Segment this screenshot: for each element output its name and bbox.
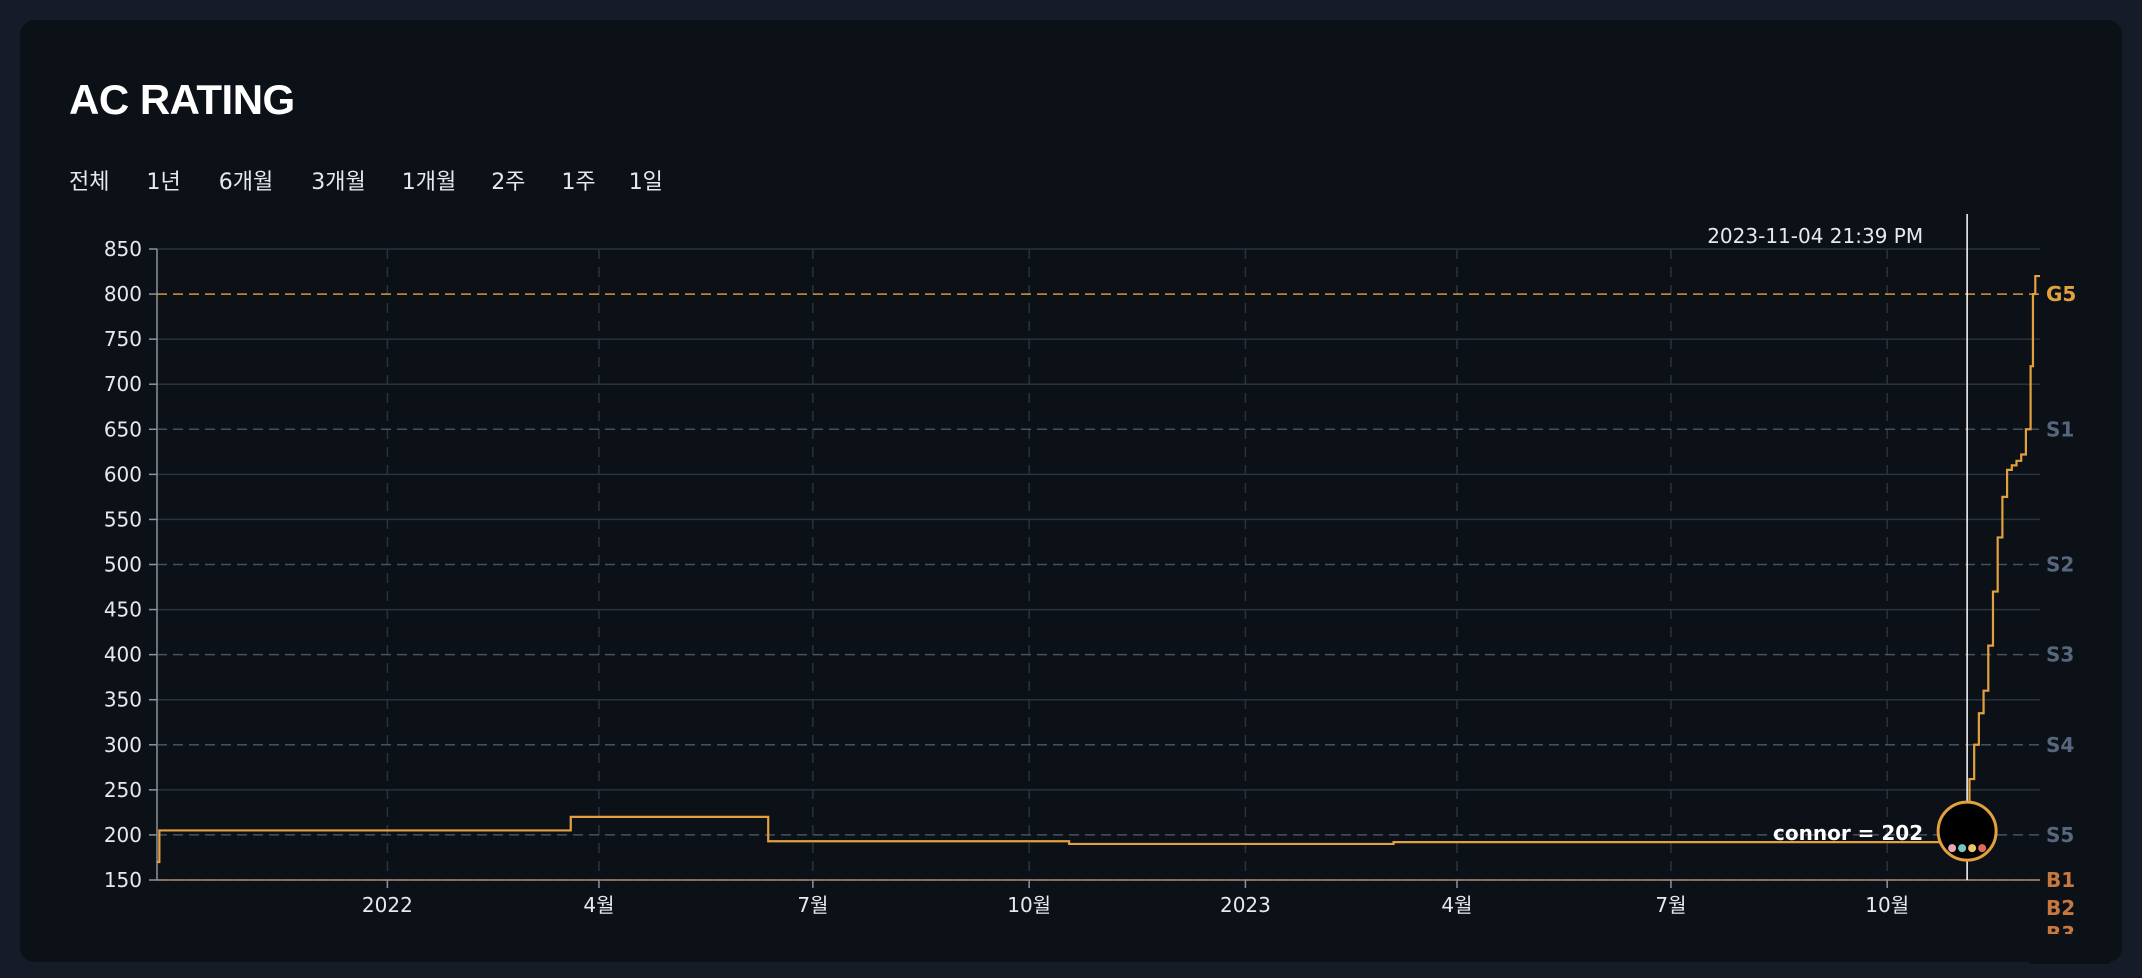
x-tick-label: 7월	[797, 893, 828, 917]
x-tick-label: 2023	[1220, 893, 1271, 917]
chart-clip-mask	[2030, 934, 2110, 964]
x-tick-label: 4월	[583, 893, 614, 917]
highlight-marker-icon	[1978, 844, 1987, 853]
tier-label: S2	[2046, 553, 2074, 577]
y-tick-label: 800	[104, 282, 142, 306]
y-tick-label: 600	[104, 462, 142, 486]
y-tick-label: 200	[104, 823, 142, 847]
tier-label: S1	[2046, 417, 2074, 441]
tier-label: G5	[2046, 282, 2076, 306]
y-tick-label: 700	[104, 372, 142, 396]
y-tick-label: 250	[104, 778, 142, 802]
highlight-marker-icon	[1968, 844, 1977, 853]
tier-label: S4	[2046, 733, 2074, 757]
y-tick-label: 750	[104, 327, 142, 351]
y-tick-label: 350	[104, 688, 142, 712]
y-tick-label: 150	[104, 868, 142, 892]
y-tick-label: 300	[104, 733, 142, 757]
tier-label: S5	[2046, 823, 2074, 847]
x-tick-label: 4월	[1441, 893, 1472, 917]
y-tick-label: 550	[104, 507, 142, 531]
y-tick-label: 650	[104, 417, 142, 441]
hover-timestamp: 2023-11-04 21:39 PM	[1707, 224, 1923, 248]
x-tick-label: 10월	[1007, 893, 1051, 917]
rating-series-line	[157, 274, 2040, 864]
highlight-marker-icon	[1958, 844, 1967, 853]
y-tick-label: 850	[104, 237, 142, 261]
x-tick-label: 2022	[362, 893, 413, 917]
y-tick-label: 500	[104, 553, 142, 577]
tier-label: B1	[2046, 868, 2075, 892]
rating-chart[interactable]: 150 200 250 300 350 400 450 500 550 600 650 700 750 8…	[0, 0, 2142, 978]
highlight-marker-icon	[1948, 844, 1957, 853]
highlight-marker	[1936, 800, 1998, 862]
x-tick-label: 10월	[1865, 893, 1909, 917]
tier-label: S3	[2046, 643, 2074, 667]
hover-value-label: connor = 202	[1773, 821, 1923, 845]
tier-label: B2	[2046, 896, 2075, 920]
y-tick-label: 450	[104, 598, 142, 622]
y-tick-label: 400	[104, 643, 142, 667]
x-tick-label: 7월	[1655, 893, 1686, 917]
